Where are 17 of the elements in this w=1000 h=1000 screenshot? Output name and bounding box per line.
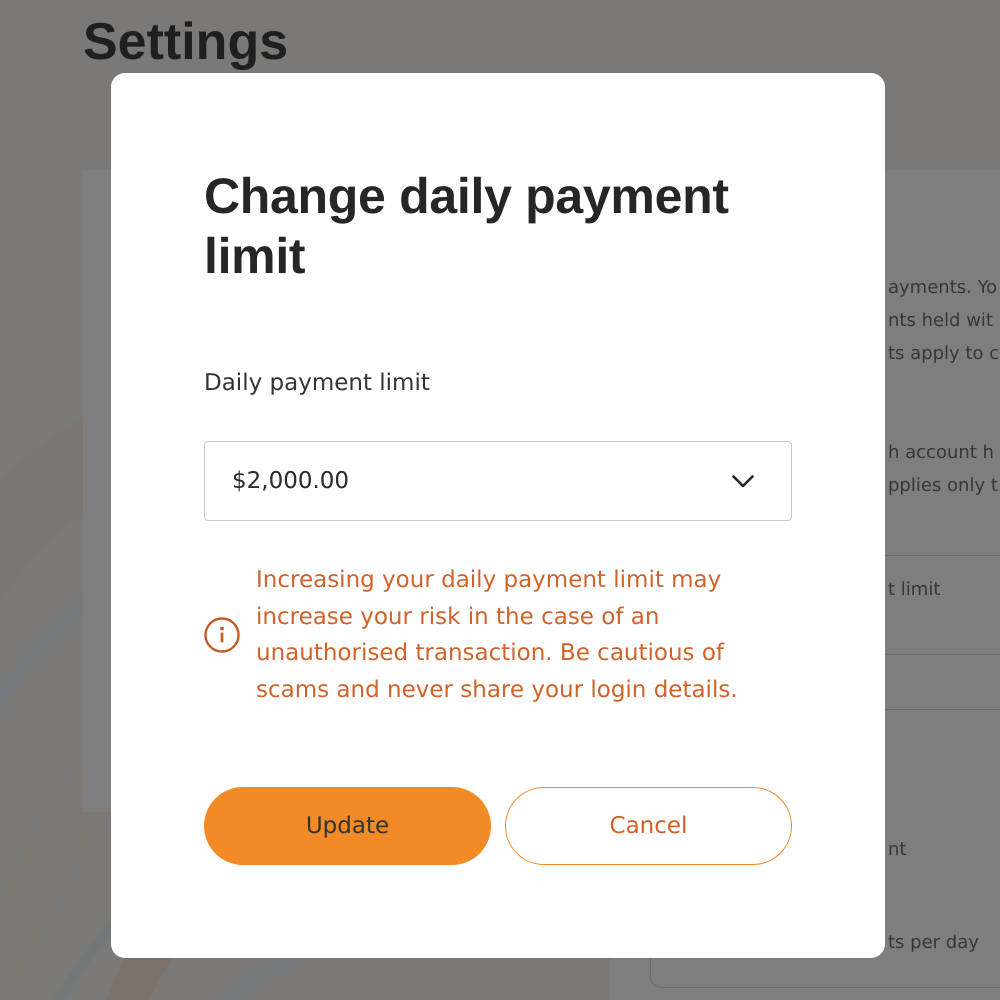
cancel-button[interactable]: Cancel [505,786,792,865]
field-label: Daily payment limit [204,369,430,398]
description-text: ts apply to c [888,342,1000,366]
option-text: nt [888,838,906,862]
description-text: ayments. Yo [888,276,998,300]
description-text: nts held wit [888,309,993,333]
payment-limit-select[interactable]: $2,000.00 [204,441,792,521]
page-title: Settings [83,15,288,69]
update-button[interactable]: Update [204,786,491,865]
setting-label: t limit [888,578,940,602]
chevron-down-icon [732,474,754,488]
info-icon [204,617,240,654]
description-text: h account h [888,441,994,465]
option-text: ts per day [888,931,979,955]
dialog-title: Change daily payment limit [204,167,730,286]
description-text: pplies only t [888,474,998,498]
warning-text: Increasing your daily payment limit may increase your risk in the case of an unauthorised transaction. Be cautious of scams and never share your login details. [256,566,739,706]
